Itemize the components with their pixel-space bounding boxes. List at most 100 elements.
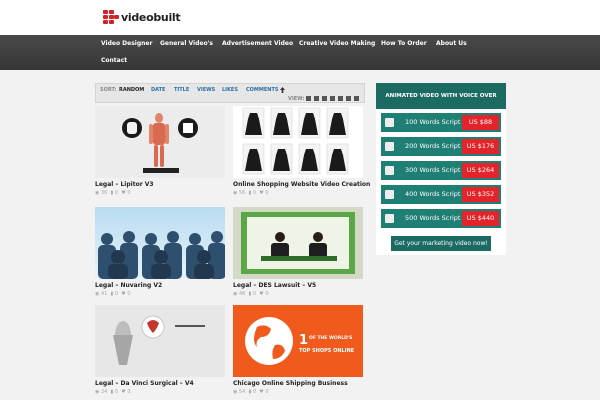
view-grid-medium-icon[interactable] — [314, 96, 319, 101]
view-grid-large-icon[interactable] — [306, 96, 311, 101]
price-row: 400 Words Script US $352 — [381, 185, 501, 204]
video-thumbnail[interactable] — [95, 207, 225, 279]
view-list-detail-icon[interactable] — [346, 96, 351, 101]
like-count: 0 — [127, 190, 131, 196]
view-grid-small-icon[interactable] — [322, 96, 327, 101]
heart-icon: ♥ — [259, 190, 264, 196]
logo-text: videobuilt — [121, 10, 181, 24]
nav-item-advertisement-video[interactable]: Advertisement Video — [222, 40, 293, 47]
comment-count: 0 — [114, 190, 119, 196]
logo-icon — [103, 10, 119, 24]
video-thumbnail[interactable] — [233, 207, 363, 279]
sort-random[interactable]: RANDOM — [119, 87, 144, 93]
sort-comments[interactable]: COMMENTS — [246, 87, 278, 93]
document-icon — [385, 166, 394, 175]
eye-icon: ◉ — [95, 389, 100, 395]
site-header: videobuilt — [0, 0, 600, 35]
video-stats: ◉ 56 ▮ 0 ♥ 0 — [233, 190, 269, 196]
view-list-compact-icon[interactable] — [354, 96, 359, 101]
price-words: 300 Words Script — [405, 166, 461, 174]
sort-title[interactable]: TITLE — [174, 87, 189, 93]
nav-item-about-us[interactable]: About Us — [436, 40, 467, 47]
video-stats: ◉ 41 ▮ 0 ♥ 0 — [95, 291, 131, 297]
video-thumbnail[interactable] — [95, 106, 225, 178]
view-count: 24 — [100, 389, 108, 395]
comment-icon: ▮ — [248, 291, 252, 297]
video-stats: ◉ 46 ▮ 0 ♥ 0 — [233, 291, 269, 297]
view-label: VIEW: — [288, 96, 305, 102]
news-desk-thumbnail-image — [241, 212, 355, 274]
document-icon — [385, 190, 394, 199]
nav-item-video-designer[interactable]: Video Designer — [101, 40, 152, 47]
comment-count: 0 — [114, 389, 119, 395]
get-video-button[interactable]: Get your marketing video now! — [391, 236, 491, 251]
thumb-line-2: TOP SHOPS ONLINE — [299, 348, 355, 354]
sort-date[interactable]: DATE — [151, 87, 165, 93]
comment-count: 0 — [252, 291, 257, 297]
video-title[interactable]: Legal – DES Lawsuit – V5 — [233, 282, 316, 289]
document-icon — [385, 214, 394, 223]
nav-item-creative-video-making[interactable]: Creative Video Making — [299, 40, 375, 47]
like-count: 0 — [127, 389, 131, 395]
video-title[interactable]: Chicago Online Shipping Business — [233, 380, 348, 387]
price-words: 500 Words Script — [405, 214, 461, 222]
price-amount: US $88 — [462, 115, 499, 130]
thumb-number: 1 — [299, 333, 309, 348]
video-title[interactable]: Legal – Lipitor V3 — [95, 181, 154, 188]
price-amount: US $264 — [462, 163, 499, 178]
sort-views[interactable]: VIEWS — [197, 87, 215, 93]
video-stats: ◉ 24 ▮ 0 ♥ 0 — [95, 389, 131, 395]
like-count: 0 — [265, 291, 269, 297]
comment-icon: ▮ — [110, 190, 114, 196]
comment-count: 0 — [252, 190, 257, 196]
price-words: 400 Words Script — [405, 190, 461, 198]
video-title[interactable]: Legal – Da Vinci Surgical – V4 — [95, 380, 194, 387]
heart-icon: ♥ — [259, 389, 264, 395]
nav-item-contact[interactable]: Contact — [101, 57, 127, 64]
pricing-widget[interactable]: ANIMATED VIDEO WITH VOICE OVER PRICE 100… — [376, 83, 506, 255]
price-amount: US $176 — [462, 139, 499, 154]
sort-arrow-up-icon[interactable] — [280, 87, 285, 93]
sort-label: SORT: — [100, 87, 117, 93]
price-amount: US $440 — [462, 211, 499, 226]
site-logo[interactable]: videobuilt — [103, 8, 181, 26]
heart-icon: ♥ — [121, 389, 126, 395]
globe-thumbnail-image — [245, 317, 293, 365]
eye-icon: ◉ — [233, 389, 238, 395]
price-row: 300 Words Script US $264 — [381, 161, 501, 180]
comment-count: 0 — [114, 291, 119, 297]
video-stats: ◉ 54 ▮ 0 ♥ 0 — [233, 389, 269, 395]
audience-thumbnail-image — [98, 231, 225, 279]
like-count: 0 — [265, 190, 269, 196]
dresses-thumbnail-image — [242, 107, 349, 175]
view-grid-tiny-icon[interactable] — [330, 96, 335, 101]
like-count: 0 — [265, 389, 269, 395]
document-icon — [385, 142, 394, 151]
view-count: 46 — [238, 291, 246, 297]
eye-icon: ◉ — [233, 291, 238, 297]
price-words: 100 Words Script — [405, 118, 461, 126]
comment-icon: ▮ — [248, 389, 252, 395]
video-title[interactable]: Online Shopping Website Video Creation — [233, 181, 370, 188]
view-count: 54 — [238, 389, 246, 395]
comment-icon: ▮ — [110, 389, 114, 395]
video-thumbnail[interactable]: 1 OF THE WORLD'S TOP SHOPS ONLINE — [233, 305, 363, 377]
video-title[interactable]: Legal – Nuvaring V2 — [95, 282, 162, 289]
view-list-icon[interactable] — [338, 96, 343, 101]
like-count: 0 — [127, 291, 131, 297]
document-icon — [385, 118, 394, 127]
pricing-heading: ANIMATED VIDEO WITH VOICE OVER PRICE — [376, 83, 506, 125]
view-count: 56 — [238, 190, 246, 196]
eye-icon: ◉ — [95, 291, 100, 297]
sort-likes[interactable]: LIKES — [222, 87, 238, 93]
price-row: 500 Words Script US $440 — [381, 209, 501, 228]
nav-item-general-videos[interactable]: General Video's — [160, 40, 213, 47]
nav-item-how-to-order[interactable]: How To Order — [381, 40, 427, 47]
main-navigation: Video Designer General Video's Advertise… — [0, 35, 600, 70]
video-stats: ◉ 36 ▮ 0 ♥ 0 — [95, 190, 131, 196]
heart-icon: ♥ — [121, 190, 126, 196]
price-words: 200 Words Script — [405, 142, 461, 150]
video-thumbnail[interactable] — [95, 305, 225, 377]
comment-icon: ▮ — [248, 190, 252, 196]
video-thumbnail[interactable] — [233, 106, 363, 178]
